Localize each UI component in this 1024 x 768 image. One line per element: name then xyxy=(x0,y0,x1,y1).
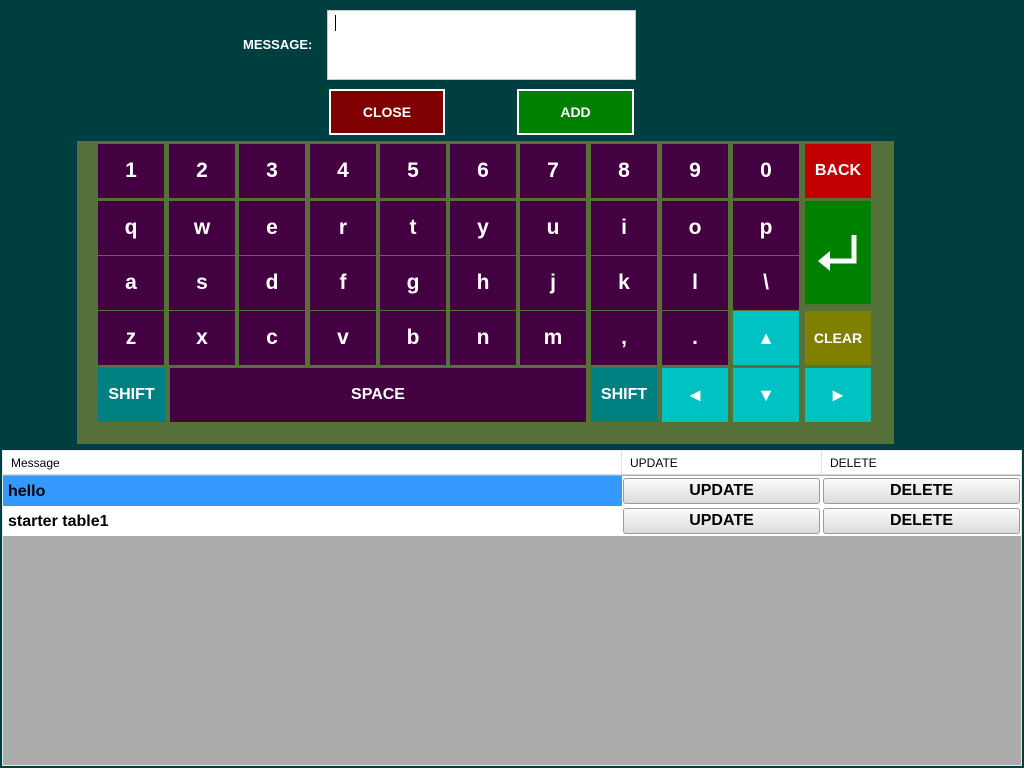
key-row2-5[interactable]: y xyxy=(450,201,516,255)
key-row1-1[interactable]: 2 xyxy=(169,144,235,198)
on-screen-keyboard: BACK ▲ CLEAR SHIFT SPACE SHIFT ◄ ▼ ► 123… xyxy=(77,141,894,444)
key-row3-1[interactable]: s xyxy=(169,256,235,310)
text-caret xyxy=(335,15,336,31)
message-input[interactable] xyxy=(327,10,636,80)
update-button[interactable]: UPDATE xyxy=(623,508,820,534)
key-row4-2[interactable]: c xyxy=(239,311,305,365)
right-shift-key[interactable]: SHIFT xyxy=(591,368,657,422)
key-row3-7[interactable]: k xyxy=(591,256,657,310)
key-row2-7[interactable]: i xyxy=(591,201,657,255)
up-arrow-key[interactable]: ▲ xyxy=(733,311,799,365)
key-row4-7[interactable]: , xyxy=(591,311,657,365)
table-row[interactable]: hello UPDATE DELETE xyxy=(3,476,1021,506)
enter-key[interactable] xyxy=(805,201,871,304)
left-arrow-key[interactable]: ◄ xyxy=(662,368,728,422)
key-row3-5[interactable]: h xyxy=(450,256,516,310)
key-row3-9[interactable]: \ xyxy=(733,256,799,310)
column-header-message[interactable]: Message xyxy=(3,451,622,475)
row-message[interactable]: starter table1 xyxy=(3,506,622,536)
table-row[interactable]: starter table1 UPDATE DELETE xyxy=(3,506,1021,536)
down-arrow-key[interactable]: ▼ xyxy=(733,368,799,422)
enter-icon xyxy=(818,234,857,271)
key-row2-3[interactable]: r xyxy=(310,201,376,255)
key-row1-8[interactable]: 9 xyxy=(662,144,728,198)
key-row3-3[interactable]: f xyxy=(310,256,376,310)
key-row3-4[interactable]: g xyxy=(380,256,446,310)
left-shift-key[interactable]: SHIFT xyxy=(98,368,165,422)
close-button[interactable]: CLOSE xyxy=(329,89,445,135)
key-row2-9[interactable]: p xyxy=(733,201,799,255)
key-row2-1[interactable]: w xyxy=(169,201,235,255)
column-header-delete[interactable]: DELETE xyxy=(822,451,1021,475)
key-row1-3[interactable]: 4 xyxy=(310,144,376,198)
delete-button[interactable]: DELETE xyxy=(823,508,1020,534)
key-row2-8[interactable]: o xyxy=(662,201,728,255)
key-row2-6[interactable]: u xyxy=(520,201,586,255)
column-header-update[interactable]: UPDATE xyxy=(622,451,822,475)
key-row4-4[interactable]: b xyxy=(380,311,446,365)
key-row3-8[interactable]: l xyxy=(662,256,728,310)
key-row1-9[interactable]: 0 xyxy=(733,144,799,198)
key-row1-0[interactable]: 1 xyxy=(98,144,164,198)
key-row1-6[interactable]: 7 xyxy=(520,144,586,198)
key-row2-4[interactable]: t xyxy=(380,201,446,255)
key-row2-0[interactable]: q xyxy=(98,201,164,255)
key-row1-7[interactable]: 8 xyxy=(591,144,657,198)
delete-button[interactable]: DELETE xyxy=(823,478,1020,504)
clear-key[interactable]: CLEAR xyxy=(805,311,871,365)
key-row4-8[interactable]: . xyxy=(662,311,728,365)
key-row2-2[interactable]: e xyxy=(239,201,305,255)
space-key[interactable]: SPACE xyxy=(170,368,586,422)
table-header: Message UPDATE DELETE xyxy=(3,451,1021,475)
key-row3-2[interactable]: d xyxy=(239,256,305,310)
add-button[interactable]: ADD xyxy=(517,89,634,135)
key-row4-3[interactable]: v xyxy=(310,311,376,365)
key-row1-4[interactable]: 5 xyxy=(380,144,446,198)
key-row1-5[interactable]: 6 xyxy=(450,144,516,198)
key-row3-6[interactable]: j xyxy=(520,256,586,310)
message-label: MESSAGE: xyxy=(243,37,313,52)
key-row4-6[interactable]: m xyxy=(520,311,586,365)
key-row4-0[interactable]: z xyxy=(98,311,164,365)
back-key[interactable]: BACK xyxy=(805,144,871,198)
messages-table: Message UPDATE DELETE hello UPDATE DELET… xyxy=(2,450,1022,766)
key-row4-5[interactable]: n xyxy=(450,311,516,365)
update-button[interactable]: UPDATE xyxy=(623,478,820,504)
row-message[interactable]: hello xyxy=(3,476,622,506)
key-row3-0[interactable]: a xyxy=(98,256,164,310)
key-row1-2[interactable]: 3 xyxy=(239,144,305,198)
right-arrow-key[interactable]: ► xyxy=(805,368,871,422)
key-row4-1[interactable]: x xyxy=(169,311,235,365)
